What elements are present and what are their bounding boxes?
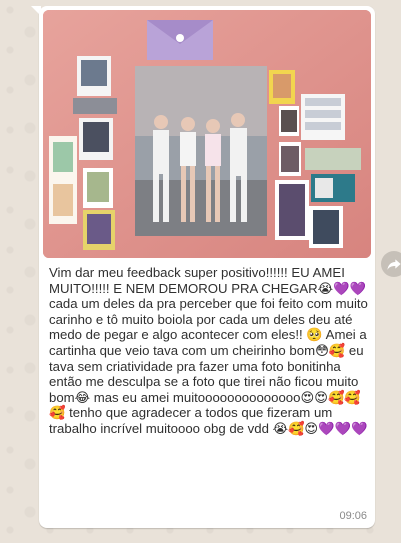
message-text: Vim dar meu feedback super positivo!!!!!… (49, 265, 372, 436)
message-bubble[interactable]: Vim dar meu feedback super positivo!!!!!… (39, 6, 375, 528)
forward-arrow-icon (387, 259, 401, 270)
photo-image (43, 10, 371, 258)
message-timestamp: 09:06 (339, 510, 367, 522)
message-photo[interactable] (43, 10, 371, 258)
forward-button[interactable] (381, 251, 401, 277)
